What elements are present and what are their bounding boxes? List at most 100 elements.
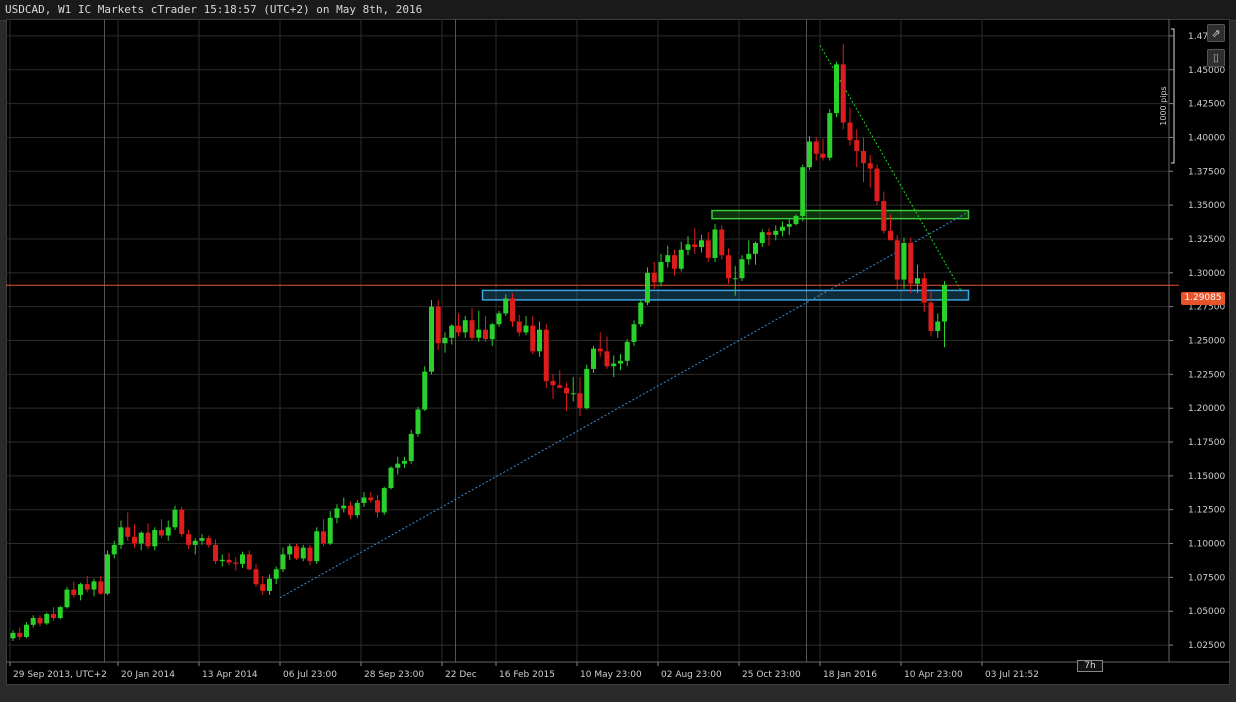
candle-body (375, 500, 380, 513)
bottom-strip (0, 685, 1236, 702)
candle-body (368, 497, 374, 501)
x-tick-label: 10 Apr 23:00 (904, 670, 963, 680)
x-tick-label: 13 Apr 2014 (202, 670, 258, 680)
candle-body (942, 284, 947, 322)
candle-body (692, 244, 698, 248)
candle-body (604, 351, 610, 367)
candle-body (321, 531, 326, 544)
candle-body (51, 613, 56, 619)
candle-body (705, 240, 711, 258)
candle-body (10, 632, 16, 639)
y-tick-label: 1.45000 (1188, 66, 1225, 76)
candle-body (827, 113, 833, 158)
candle-body (881, 201, 887, 231)
candle-body (699, 240, 704, 248)
candle-body (888, 230, 893, 241)
candle-body (240, 554, 245, 564)
candle-body (820, 153, 826, 158)
x-tick-label: 25 Oct 23:00 (742, 670, 801, 680)
y-tick-label: 1.35000 (1188, 201, 1225, 211)
candle-body (138, 532, 144, 544)
candle-body (415, 409, 421, 434)
candle-body (267, 578, 272, 591)
candle-body (854, 140, 860, 151)
candle-body (834, 64, 839, 114)
y-tick-label: 1.25000 (1188, 337, 1225, 347)
candle-body (145, 532, 151, 547)
candle-body (503, 298, 509, 314)
candle-body (935, 321, 941, 332)
candle-body (381, 488, 387, 513)
candle-body (246, 554, 252, 570)
x-tick-label: 02 Aug 23:00 (661, 670, 722, 680)
candle-body (759, 232, 765, 244)
candle-body (152, 530, 158, 547)
candle-body (766, 232, 772, 235)
candle-body (435, 306, 441, 344)
candle-body (78, 584, 83, 595)
x-tick-label: 28 Sep 23:00 (364, 670, 424, 680)
candle-body (327, 517, 333, 544)
candle-body (111, 544, 117, 555)
candle-body (793, 215, 799, 225)
x-tick-label: 06 Jul 23:00 (283, 670, 337, 680)
candle-body (132, 536, 137, 544)
candle-body (294, 546, 299, 559)
y-tick-label: 1.32500 (1188, 235, 1225, 245)
candle-body (591, 348, 596, 369)
candle-body (314, 531, 320, 562)
candle-body (172, 509, 178, 528)
candle-body (44, 613, 50, 624)
candle-body (388, 467, 394, 489)
y-tick-label: 1.15000 (1188, 472, 1225, 482)
window-title: USDCAD, W1 IC Markets cTrader 15:18:57 (… (5, 3, 423, 16)
candle-body (213, 544, 218, 562)
candle-body (354, 502, 360, 516)
candle-body (456, 325, 461, 333)
candle-body (24, 624, 29, 637)
candle-body (449, 325, 455, 338)
candle-body (71, 589, 77, 595)
candle-body (496, 313, 502, 325)
candle-body (651, 272, 657, 283)
candle-body (226, 559, 232, 563)
candle-body (786, 224, 792, 227)
candle-body (928, 302, 934, 332)
candle-body (550, 381, 556, 386)
y-tick-label: 1.30000 (1188, 269, 1225, 279)
candle-body (280, 554, 286, 570)
candle-body (348, 505, 353, 516)
candle-body (489, 324, 495, 340)
candle-body (233, 562, 239, 564)
candle-body (746, 253, 752, 260)
candle-body (186, 534, 191, 545)
candle-body (753, 243, 758, 254)
y-tick-label: 1.37500 (1188, 167, 1225, 177)
candle-body (402, 460, 407, 464)
candle-body (84, 584, 90, 590)
x-tick-label: 16 Feb 2015 (499, 670, 555, 680)
candle-body (611, 363, 617, 367)
candle-body (179, 509, 185, 535)
popout-icon[interactable]: ⇗ (1207, 24, 1225, 42)
candlestick-chart[interactable]: 1.02500 1.05000 1.07500 1.10000 1.12500 1.150… (6, 19, 1230, 685)
y-tick-label: 1.10000 (1188, 540, 1225, 550)
candle-body (523, 325, 529, 333)
candle-body (64, 589, 70, 608)
candle-body (597, 348, 603, 352)
resistance-zone (711, 209, 970, 220)
candle-body (867, 163, 873, 169)
candle-body (840, 64, 846, 123)
y-tick-label: 1.02500 (1188, 641, 1225, 651)
candle-body (125, 527, 131, 537)
candle-body (105, 554, 110, 594)
candle-body (192, 540, 198, 545)
candle-body (658, 261, 664, 283)
x-tick-label: 03 Jul 21:52 (985, 670, 1039, 680)
pip-ruler (1171, 28, 1175, 164)
candle-body (273, 569, 279, 579)
x-tick-label: 10 May 23:00 (580, 670, 642, 680)
candle-body (618, 360, 623, 364)
candle-body (462, 320, 468, 333)
camera-icon[interactable]: ⌷ (1207, 49, 1225, 67)
